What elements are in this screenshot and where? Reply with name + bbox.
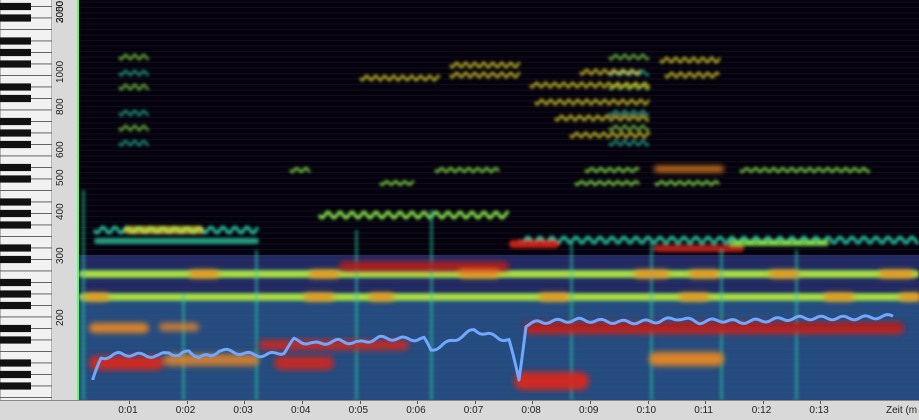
piano-keyboard[interactable] <box>0 0 53 400</box>
time-tick <box>705 401 707 404</box>
time-tick <box>129 401 131 404</box>
time-tick <box>302 401 303 404</box>
time-tick <box>417 401 419 404</box>
time-label: 0:01 <box>118 405 138 416</box>
black-key[interactable] <box>0 140 31 149</box>
black-key[interactable] <box>0 37 31 45</box>
time-label: 0:11 <box>694 405 713 416</box>
black-key[interactable] <box>0 48 31 57</box>
time-label: 0:13 <box>809 405 829 416</box>
time-tick <box>532 401 534 404</box>
time-label: 0:02 <box>175 405 196 416</box>
time-tick <box>359 401 361 404</box>
time-tick <box>820 401 822 404</box>
time-unit-label: Zeit (m <box>886 405 918 416</box>
time-label: 0:10 <box>636 405 657 416</box>
spectrogram-canvas <box>79 1 919 400</box>
black-key[interactable] <box>0 290 31 298</box>
black-key[interactable] <box>0 255 31 264</box>
black-key[interactable] <box>0 370 31 379</box>
black-key[interactable] <box>0 359 31 367</box>
time-label: 0:04 <box>291 405 311 416</box>
spectrogram-view[interactable] <box>79 0 919 400</box>
time-tick <box>762 401 764 404</box>
frequency-label: 1000 <box>55 61 66 84</box>
frequency-label: 300 <box>55 247 66 265</box>
frequency-label: 500 <box>55 169 66 187</box>
black-key[interactable] <box>0 198 31 206</box>
time-tick <box>244 401 246 404</box>
time-axis: 0:01 0:02 0:03 0:04 0:05 0:06 0:07 0:08 0:09 0:10… <box>0 400 919 420</box>
frequency-label: 400 <box>55 203 66 221</box>
time-tick <box>647 401 649 404</box>
black-key[interactable] <box>0 324 31 333</box>
black-key[interactable] <box>0 336 31 344</box>
black-key[interactable] <box>0 117 31 126</box>
time-label: 0:05 <box>348 405 369 416</box>
black-key[interactable] <box>0 209 31 218</box>
time-tick <box>186 401 188 404</box>
time-tick <box>590 401 591 404</box>
time-label: 0:12 <box>751 405 772 416</box>
black-key[interactable] <box>0 382 31 390</box>
piano-keyboard-icon <box>0 0 52 400</box>
black-key[interactable] <box>0 83 31 91</box>
frequency-label: 800 <box>55 97 66 115</box>
black-key[interactable] <box>0 14 31 22</box>
black-key[interactable] <box>0 94 31 103</box>
frequency-label: 600 <box>55 141 66 159</box>
black-key[interactable] <box>0 163 31 172</box>
black-key[interactable] <box>0 60 31 68</box>
time-label: 0:03 <box>233 405 253 416</box>
black-key[interactable] <box>0 278 31 287</box>
time-label: 0:08 <box>521 405 541 416</box>
black-key[interactable] <box>0 129 31 137</box>
time-label: 0:09 <box>579 405 599 416</box>
black-key[interactable] <box>0 301 31 310</box>
time-tick <box>474 401 476 404</box>
black-key[interactable] <box>0 175 31 183</box>
time-label: 0:07 <box>463 405 484 416</box>
black-key[interactable] <box>0 221 31 229</box>
black-key[interactable] <box>0 2 31 11</box>
frequency-axis: 50 3000 2000 1000 800 600 500 400 300 200 <box>52 0 79 400</box>
frequency-label: 2000 <box>55 1 66 24</box>
black-key[interactable] <box>0 244 31 252</box>
time-label: 0:06 <box>406 405 426 416</box>
frequency-label: 200 <box>55 309 66 327</box>
